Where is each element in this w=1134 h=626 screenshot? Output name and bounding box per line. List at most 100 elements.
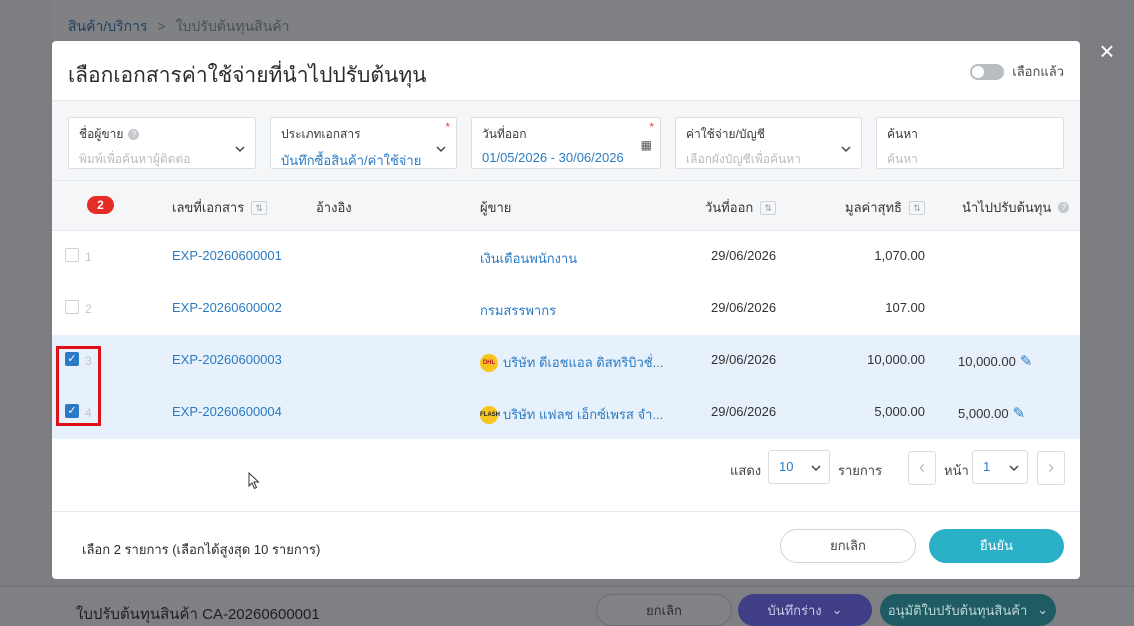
document-number-link[interactable]: EXP-20260600001 xyxy=(172,248,282,263)
issue-date: 29/06/2026 xyxy=(711,352,777,367)
header-net-value-label: มูลค่าสุทธิ xyxy=(845,200,902,215)
header-doc-no-label: เลขที่เอกสาร xyxy=(172,200,245,215)
net-value: 1,070.00 xyxy=(874,248,925,263)
page-size-select[interactable]: 10 xyxy=(768,450,830,484)
help-icon: ? xyxy=(1058,202,1070,213)
next-page-button[interactable]: › xyxy=(1037,451,1065,485)
header-reference: อ้างอิง xyxy=(316,197,352,218)
document-number-link[interactable]: EXP-20260600002 xyxy=(172,300,282,315)
table-row[interactable]: 1 EXP-20260600001 เงินเดือนพนักงาน 29/06… xyxy=(52,231,1080,283)
net-value: 10,000.00 xyxy=(867,352,925,367)
table-row[interactable]: ✓ 4 EXP-20260600004 FLASH บริษัท แฟลช เอ็… xyxy=(52,387,1080,439)
chevron-down-icon: ⌄ xyxy=(831,602,843,617)
document-number-link[interactable]: EXP-20260600004 xyxy=(172,404,282,419)
items-label: รายการ xyxy=(838,463,883,478)
issue-date-value: 01/05/2026 - 30/06/2026 xyxy=(482,150,624,165)
page-size-value: 10 xyxy=(779,459,794,474)
sort-icon[interactable]: ⇅ xyxy=(760,200,777,215)
confirm-button[interactable]: ยืนยัน xyxy=(929,529,1064,563)
chevron-down-icon xyxy=(841,146,851,153)
expense-selection-modal: เลือกเอกสารค่าใช้จ่ายที่นำไปปรับต้นทุน เ… xyxy=(52,41,1080,579)
issue-date-filter[interactable]: วันที่ออก 01/05/2026 - 30/06/2026 * ▦ xyxy=(471,117,661,169)
header-issue-date[interactable]: วันที่ออก ⇅ xyxy=(705,197,777,218)
header-adjust: นำไปปรับต้นทุน? xyxy=(962,197,1070,218)
vendor-link[interactable]: กรมสรรพากร xyxy=(480,300,556,321)
vendor-filter-label: ชื่อผู้ขาย xyxy=(79,127,124,141)
mouse-cursor-icon xyxy=(248,472,260,490)
vendor-link[interactable]: FLASH บริษัท แฟลช เอ็กซ์เพรส จำ... xyxy=(480,404,663,425)
vendor-link[interactable]: DHL บริษัท ดีเอชแอล ดิสทริบิวชั่... xyxy=(480,352,663,373)
breadcrumb: สินค้า/บริการ > ใบปรับต้นทุนสินค้า xyxy=(68,16,290,38)
page-label: หน้า xyxy=(944,463,969,478)
edit-pencil-icon[interactable]: ✎ xyxy=(1013,404,1026,422)
checkbox-highlight-annotation xyxy=(56,346,101,426)
header-net-value[interactable]: มูลค่าสุทธิ ⇅ xyxy=(845,197,925,218)
chevron-down-icon xyxy=(811,465,821,472)
flash-logo-icon: FLASH xyxy=(480,405,500,424)
issue-date: 29/06/2026 xyxy=(711,300,777,315)
dhl-logo-icon: DHL xyxy=(480,353,498,372)
selected-only-toggle[interactable] xyxy=(970,63,1005,80)
row-checkbox[interactable] xyxy=(65,248,79,262)
account-filter-placeholder: เลือกผังบัญชีเพื่อค้นหา xyxy=(686,152,801,166)
document-number-link[interactable]: EXP-20260600003 xyxy=(172,352,282,367)
table-row[interactable]: ✓ 3 EXP-20260600003 DHL บริษัท ดีเอชแอล ด… xyxy=(52,335,1080,387)
close-icon[interactable]: × xyxy=(1096,38,1118,64)
background-approve-button[interactable]: อนุมัติใบปรับต้นทุนสินค้า ⌄ xyxy=(880,594,1056,626)
modal-header: เลือกเอกสารค่าใช้จ่ายที่นำไปปรับต้นทุน เ… xyxy=(52,41,1080,101)
edit-pencil-icon[interactable]: ✎ xyxy=(1020,352,1033,370)
chevron-right-icon: › xyxy=(1048,457,1054,477)
vendor-filter[interactable]: ชื่อผู้ขาย? พิมพ์เพื่อค้นหาผู้ติดต่อ xyxy=(68,117,256,169)
background-draft-label: บันทึกร่าง xyxy=(767,602,822,618)
search-field[interactable]: ค้นหา ค้นหา xyxy=(876,117,1064,169)
breadcrumb-parent[interactable]: สินค้า/บริการ xyxy=(68,18,148,34)
modal-title: เลือกเอกสารค่าใช้จ่ายที่นำไปปรับต้นทุน xyxy=(68,64,427,87)
background-cancel-button[interactable]: ยกเลิก xyxy=(596,594,732,626)
modal-footer: เลือก 2 รายการ (เลือกได้สูงสุด 10 รายการ… xyxy=(52,511,1080,579)
net-value: 5,000.00 xyxy=(874,404,925,419)
row-checkbox[interactable] xyxy=(65,300,79,314)
help-icon: ? xyxy=(128,129,140,140)
header-vendor: ผู้ขาย xyxy=(480,197,511,218)
header-doc-no[interactable]: เลขที่เอกสาร ⇅ xyxy=(172,197,268,218)
adjust-value: 10,000.00 ✎ xyxy=(958,352,1032,370)
issue-date-label: วันที่ออก xyxy=(482,127,527,141)
page-value: 1 xyxy=(983,459,991,474)
toggle-knob xyxy=(972,65,985,78)
cancel-button[interactable]: ยกเลิก xyxy=(780,529,916,563)
filter-bar: ชื่อผู้ขาย? พิมพ์เพื่อค้นหาผู้ติดต่อ ประ… xyxy=(52,101,1080,181)
chevron-down-icon xyxy=(235,146,245,153)
sort-icon[interactable]: ⇅ xyxy=(251,200,268,215)
adjust-amount: 5,000.00 xyxy=(958,405,1009,421)
document-type-value: บันทึกซื้อสินค้า/ค่าใช้จ่าย xyxy=(281,153,422,168)
issue-date: 29/06/2026 xyxy=(711,248,777,263)
required-mark: * xyxy=(649,120,654,134)
search-input[interactable]: ค้นหา xyxy=(887,150,1053,169)
adjust-amount: 10,000.00 xyxy=(958,353,1016,369)
background-approve-label: อนุมัติใบปรับต้นทุนสินค้า xyxy=(887,602,1028,618)
row-index: 1 xyxy=(85,250,92,264)
header-issue-date-label: วันที่ออก xyxy=(705,200,754,215)
background-draft-button[interactable]: บันทึกร่าง ⌄ xyxy=(738,594,872,626)
breadcrumb-separator: > xyxy=(157,18,166,34)
adjust-value: 5,000.00 ✎ xyxy=(958,404,1025,422)
vendor-name: บริษัท แฟลช เอ็กซ์เพรส จำ... xyxy=(503,407,664,422)
row-index: 2 xyxy=(85,302,92,316)
account-filter-label: ค่าใช้จ่าย/บัญชี xyxy=(686,127,765,141)
selected-count-badge: 2 xyxy=(87,196,114,214)
vendor-link[interactable]: เงินเดือนพนักงาน xyxy=(480,248,577,269)
vendor-filter-placeholder: พิมพ์เพื่อค้นหาผู้ติดต่อ xyxy=(79,152,191,166)
vendor-name: บริษัท ดีเอชแอล ดิสทริบิวชั่... xyxy=(503,355,664,370)
document-type-filter[interactable]: ประเภทเอกสาร บันทึกซื้อสินค้า/ค่าใช้จ่าย… xyxy=(270,117,457,169)
page-select[interactable]: 1 xyxy=(972,450,1028,484)
previous-page-button[interactable]: ‹ xyxy=(908,451,936,485)
table-row[interactable]: 2 EXP-20260600002 กรมสรรพากร 29/06/2026 … xyxy=(52,283,1080,335)
selection-summary: เลือก 2 รายการ (เลือกได้สูงสุด 10 รายการ… xyxy=(82,542,321,557)
sort-icon[interactable]: ⇅ xyxy=(908,200,925,215)
page-size-label: แสดง xyxy=(730,463,762,478)
account-filter[interactable]: ค่าใช้จ่าย/บัญชี เลือกผังบัญชีเพื่อค้นหา xyxy=(675,117,862,169)
required-mark: * xyxy=(445,120,450,134)
net-value: 107.00 xyxy=(885,300,925,315)
chevron-down-icon: ⌄ xyxy=(1037,602,1049,617)
header-vendor-label: ผู้ขาย xyxy=(480,200,512,215)
